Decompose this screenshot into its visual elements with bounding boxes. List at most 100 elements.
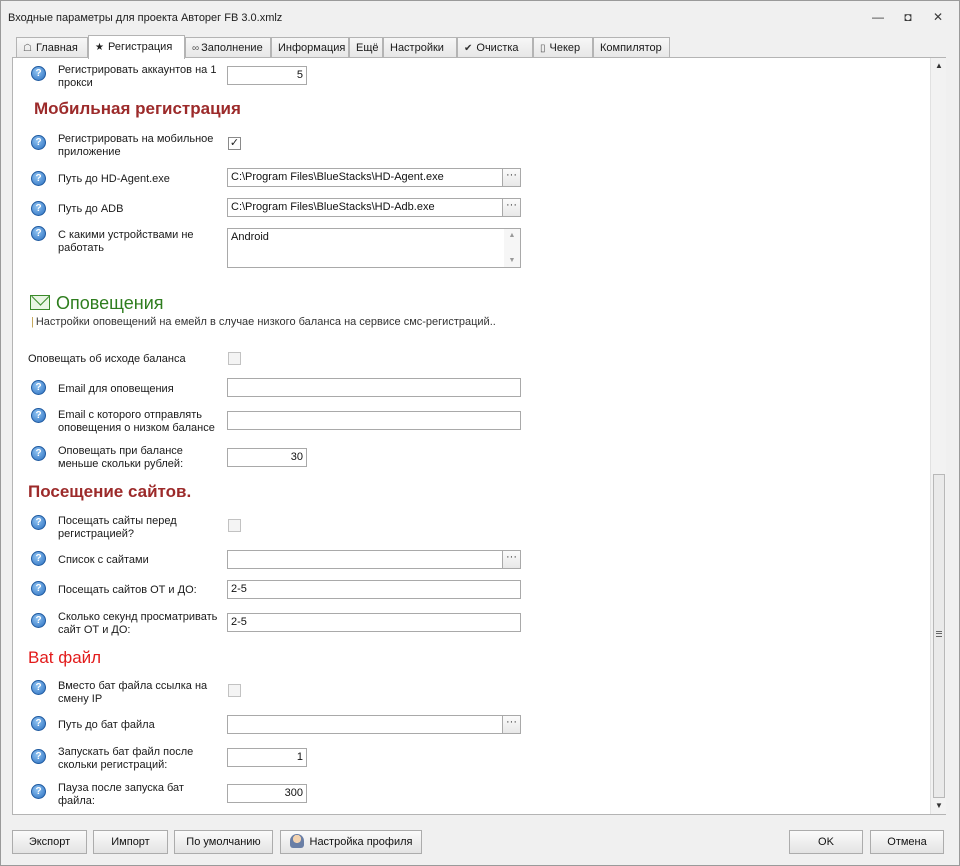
tab-label: Компилятор [600, 42, 662, 54]
help-icon[interactable]: ? [31, 784, 46, 799]
sender-email-label: Email с которого отправлять оповещения о… [58, 409, 215, 434]
tab-cleanup[interactable]: ✔ Очистка [457, 37, 533, 58]
tab-registration[interactable]: ★ Регистрация [88, 35, 185, 59]
settings-content: ? Регистрировать аккаунтов на 1 прокси 5… [13, 58, 929, 814]
tab-label: Чекер [549, 42, 581, 54]
cancel-button[interactable]: Отмена [870, 830, 944, 854]
tab-label: Ещё [356, 42, 379, 54]
mobile-register-label: Регистрировать на мобильное приложение [58, 133, 214, 158]
bat-after-label: Запускать бат файл после скольки регистр… [58, 746, 194, 771]
balance-notify-label: Оповещать об исходе баланса [28, 353, 186, 365]
help-icon[interactable]: ? [31, 613, 46, 628]
window-title: Входные параметры для проекта Авторег FB… [8, 12, 283, 24]
tab-main[interactable]: ☖ Главная [16, 37, 88, 58]
description-bar: | [31, 316, 34, 328]
tab-checker[interactable]: ▯ Чекер [533, 37, 593, 58]
tab-filling[interactable]: ∞ Заполнение [185, 37, 271, 58]
import-button[interactable]: Импорт [93, 830, 168, 854]
help-icon[interactable]: ? [31, 408, 46, 423]
visit-before-checkbox[interactable] [228, 519, 241, 532]
help-icon[interactable]: ? [31, 749, 46, 764]
bat-after-input[interactable]: 1 [227, 748, 307, 767]
help-icon[interactable]: ? [31, 446, 46, 461]
devices-exclusion-textarea[interactable]: Android ▲ ▼ [227, 228, 521, 268]
vertical-scrollbar[interactable]: ▲ ▼ [930, 58, 946, 814]
tab-strip: ☖ Главная ★ Регистрация ∞ Заполнение Информ… [13, 35, 953, 59]
balance-threshold-input[interactable]: 30 [227, 448, 307, 467]
notifications-description: | Настройки оповещений на емейл в случае … [31, 316, 496, 328]
home-icon: ☖ [23, 43, 32, 54]
accounts-per-proxy-input[interactable]: 5 [227, 66, 307, 85]
bat-pause-input[interactable]: 300 [227, 784, 307, 803]
restore-button[interactable]: ◘ [900, 9, 916, 25]
tab-label: Настройки [390, 42, 444, 54]
hd-agent-label: Путь до HD-Agent.exe [58, 173, 170, 185]
close-button[interactable]: ✕ [930, 9, 946, 25]
tab-label: Заполнение [201, 42, 263, 54]
ip-change-link-checkbox[interactable] [228, 684, 241, 697]
scrollbar-thumb[interactable] [933, 474, 945, 798]
tab-label: Главная [35, 42, 78, 54]
devices-exclusion-label: С какими устройствами не работать [58, 229, 194, 254]
ok-button[interactable]: OK [789, 830, 863, 854]
hd-agent-path-input[interactable]: C:\Program Files\BlueStacks\HD-Agent.exe [227, 168, 503, 187]
accounts-per-proxy-label: Регистрировать аккаунтов на 1 прокси [58, 64, 217, 89]
browse-adb-button[interactable]: ··· [502, 198, 521, 217]
devices-exclusion-value: Android [231, 231, 269, 243]
settings-window: Входные параметры для проекта Авторег FB… [0, 0, 960, 866]
bat-path-input[interactable] [227, 715, 503, 734]
balance-threshold-label: Оповещать при балансе меньше скольки руб… [58, 445, 184, 470]
infinity-icon: ∞ [192, 43, 200, 54]
help-icon[interactable]: ? [31, 515, 46, 530]
bat-section-title: Bat файл [28, 648, 102, 667]
notifications-description-text: Настройки оповещений на емейл в случае н… [35, 316, 496, 328]
help-icon[interactable]: ? [31, 581, 46, 596]
adb-path-input[interactable]: C:\Program Files\BlueStacks\HD-Adb.exe [227, 198, 503, 217]
help-icon[interactable]: ? [31, 380, 46, 395]
sites-range-input[interactable]: 2-5 [227, 580, 521, 599]
help-icon[interactable]: ? [31, 66, 46, 81]
profile-settings-button[interactable]: Настройка профиля [280, 830, 422, 854]
bat-path-label: Путь до бат файла [58, 719, 155, 731]
star-icon: ★ [95, 42, 104, 53]
help-icon[interactable]: ? [31, 135, 46, 150]
view-seconds-label: Сколько секунд просматривать сайт ОТ и Д… [58, 611, 218, 636]
sender-email-input[interactable] [227, 411, 521, 430]
visits-section-title: Посещение сайтов. [28, 482, 192, 501]
tab-compiler[interactable]: Компилятор [593, 37, 670, 58]
scroll-down-arrow-icon: ▼ [508, 257, 516, 264]
grip-icon [936, 631, 942, 637]
balance-notify-checkbox[interactable] [228, 352, 241, 365]
browse-site-list-button[interactable]: ··· [502, 550, 521, 569]
help-icon[interactable]: ? [31, 716, 46, 731]
tab-settings[interactable]: Настройки [383, 37, 457, 58]
adb-label: Путь до ADB [58, 203, 124, 215]
envelope-icon [30, 295, 50, 310]
export-button[interactable]: Экспорт [12, 830, 87, 854]
browse-hd-agent-button[interactable]: ··· [502, 168, 521, 187]
scroll-down-arrow-icon[interactable]: ▼ [931, 798, 947, 814]
minimize-button[interactable]: — [870, 9, 886, 25]
browse-bat-button[interactable]: ··· [502, 715, 521, 734]
defaults-button[interactable]: По умолчанию [174, 830, 273, 854]
site-list-input[interactable] [227, 550, 503, 569]
bat-pause-label: Пауза после запуска бат файла: [58, 782, 184, 807]
tab-more[interactable]: Ещё [349, 37, 383, 58]
tab-information[interactable]: Информация [271, 37, 349, 58]
scroll-up-arrow-icon[interactable]: ▲ [931, 58, 947, 74]
notify-email-input[interactable] [227, 378, 521, 397]
view-seconds-input[interactable]: 2-5 [227, 613, 521, 632]
textarea-scrollbar[interactable]: ▲ ▼ [504, 229, 520, 267]
mobile-register-checkbox[interactable]: ✓ [228, 137, 241, 150]
scroll-up-arrow-icon: ▲ [508, 232, 516, 239]
visit-before-label: Посещать сайты перед регистрацией? [58, 515, 177, 540]
help-icon[interactable]: ? [31, 171, 46, 186]
notify-email-label: Email для оповещения [58, 383, 174, 395]
help-icon[interactable]: ? [31, 680, 46, 695]
help-icon[interactable]: ? [31, 226, 46, 241]
site-list-label: Список с сайтами [58, 554, 149, 566]
notifications-section-title: Оповещения [56, 293, 164, 313]
help-icon[interactable]: ? [31, 551, 46, 566]
phone-icon: ▯ [540, 43, 546, 54]
help-icon[interactable]: ? [31, 201, 46, 216]
